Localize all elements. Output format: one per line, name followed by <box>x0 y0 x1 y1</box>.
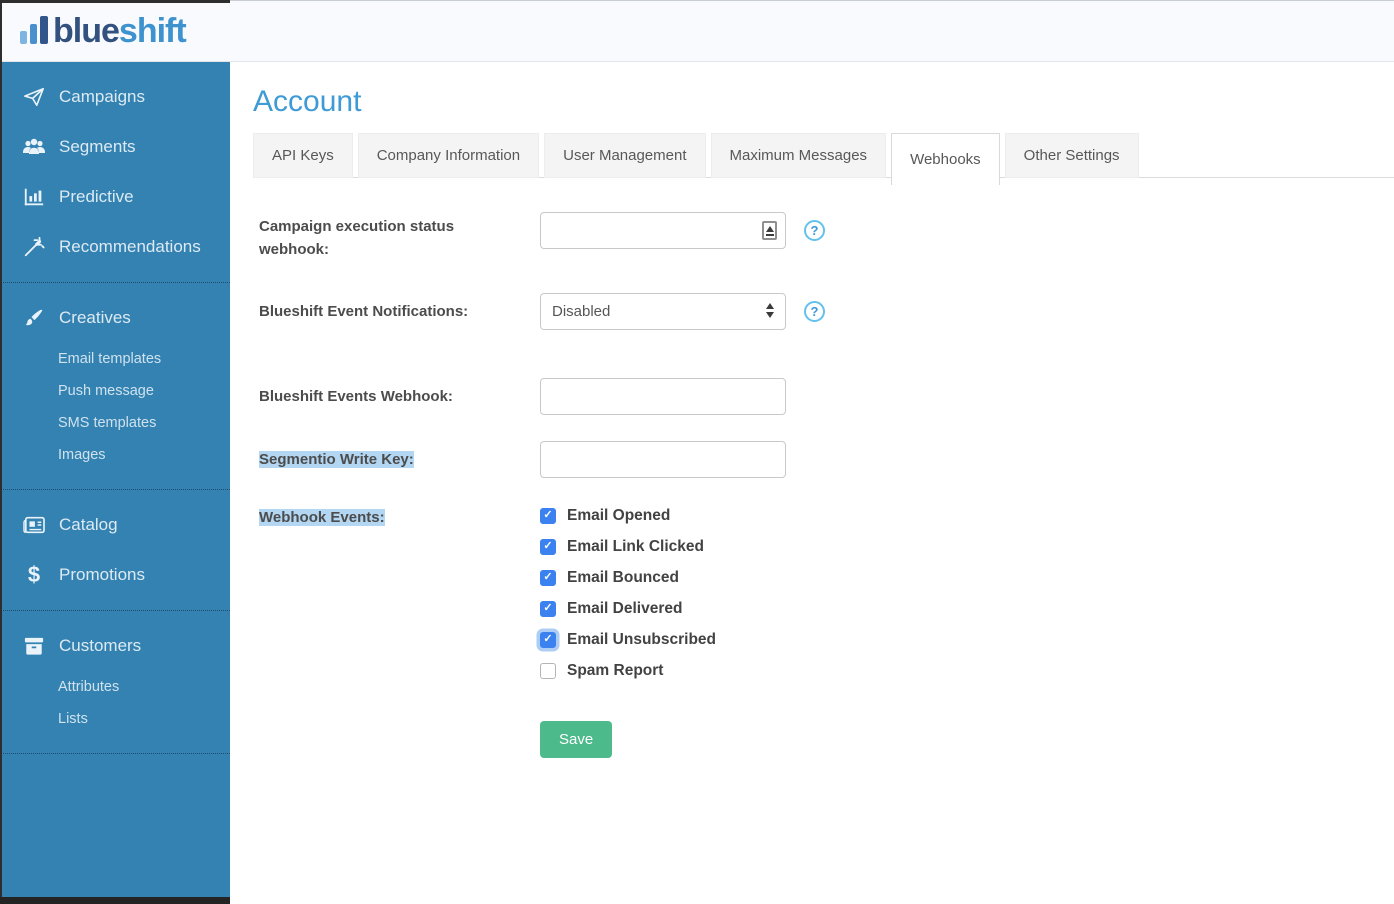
sidebar-item-label: Catalog <box>59 515 118 535</box>
sidebar-nav: Campaigns Segments Predictive Recommenda… <box>0 62 230 897</box>
segmentio-key-input[interactable] <box>540 441 786 478</box>
window-bottom-edge <box>0 897 230 904</box>
checkbox-row-email-delivered[interactable]: Email Delivered <box>540 600 716 617</box>
sidebar-item-recommendations[interactable]: Recommendations <box>0 222 230 272</box>
newspaper-icon <box>22 513 46 537</box>
help-icon[interactable]: ? <box>804 301 825 322</box>
sidebar-item-label: Creatives <box>59 308 131 328</box>
email-opened-checkbox[interactable] <box>540 508 556 524</box>
archive-box-icon <box>22 634 46 658</box>
app-window: blueshift Campaigns Segments Predi <box>0 0 1394 904</box>
tab-api-keys[interactable]: API Keys <box>253 133 353 178</box>
sidebar-subitem-sms-templates[interactable]: SMS templates <box>0 407 230 439</box>
sidebar-subitem-images[interactable]: Images <box>0 439 230 471</box>
sidebar-item-label: Recommendations <box>59 237 201 257</box>
campaign-webhook-label: Campaign execution status webhook: <box>253 212 540 261</box>
sidebar-item-predictive[interactable]: Predictive <box>0 172 230 222</box>
sidebar-item-segments[interactable]: Segments <box>0 122 230 172</box>
window-left-edge <box>0 0 2 904</box>
webhook-events-label: Webhook Events: <box>253 505 540 529</box>
sidebar-item-customers[interactable]: Customers <box>0 621 230 671</box>
sidebar-item-campaigns[interactable]: Campaigns <box>0 72 230 122</box>
paintbrush-icon <box>22 306 46 330</box>
email-unsubscribed-checkbox[interactable] <box>540 632 556 648</box>
checkbox-row-email-unsubscribed[interactable]: Email Unsubscribed <box>540 631 716 648</box>
sidebar-item-creatives[interactable]: Creatives <box>0 293 230 343</box>
page-title: Account <box>253 84 1394 119</box>
sidebar-divider <box>0 753 230 754</box>
select-arrows-icon <box>766 303 774 318</box>
sidebar-subitem-email-templates[interactable]: Email templates <box>0 343 230 375</box>
window-top-border <box>230 0 1394 1</box>
sidebar-subitem-attributes[interactable]: Attributes <box>0 671 230 703</box>
tab-webhooks[interactable]: Webhooks <box>891 133 1000 185</box>
help-icon[interactable]: ? <box>804 220 825 241</box>
blueshift-logo-text: blueshift <box>53 11 186 51</box>
email-delivered-checkbox[interactable] <box>540 601 556 617</box>
campaign-webhook-input[interactable] <box>540 212 786 249</box>
blueshift-logo[interactable]: blueshift <box>20 11 186 51</box>
sidebar-item-label: Campaigns <box>59 87 145 107</box>
main-content: Account API Keys Company Information Use… <box>230 62 1394 904</box>
sidebar-subitem-lists[interactable]: Lists <box>0 703 230 735</box>
email-link-clicked-checkbox[interactable] <box>540 539 556 555</box>
save-button[interactable]: Save <box>540 721 612 758</box>
sidebar-subitem-push-message[interactable]: Push message <box>0 375 230 407</box>
checkbox-row-email-link-clicked[interactable]: Email Link Clicked <box>540 538 716 555</box>
spam-report-checkbox[interactable] <box>540 663 556 679</box>
magic-wand-icon <box>22 235 46 259</box>
blueshift-bars-icon <box>20 16 48 44</box>
email-bounced-checkbox[interactable] <box>540 570 556 586</box>
window-top-edge <box>0 0 230 3</box>
paper-plane-icon <box>22 85 46 109</box>
checkbox-row-email-bounced[interactable]: Email Bounced <box>540 569 716 586</box>
checkbox-row-email-opened[interactable]: Email Opened <box>540 507 716 524</box>
tab-other-settings[interactable]: Other Settings <box>1005 133 1139 178</box>
bar-chart-icon <box>22 185 46 209</box>
sidebar-item-label: Predictive <box>59 187 134 207</box>
tab-company-information[interactable]: Company Information <box>358 133 539 178</box>
autofill-icon[interactable] <box>762 221 777 240</box>
webhooks-form: Campaign execution status webhook: ? Blu… <box>253 212 1394 758</box>
tab-maximum-messages[interactable]: Maximum Messages <box>711 133 887 178</box>
sidebar-item-promotions[interactable]: $ Promotions <box>0 550 230 600</box>
account-tabs: API Keys Company Information User Manage… <box>253 133 1394 185</box>
sidebar-item-label: Segments <box>59 137 136 157</box>
sidebar-item-catalog[interactable]: Catalog <box>0 500 230 550</box>
users-icon <box>22 135 46 159</box>
event-notifications-label: Blueshift Event Notifications: <box>253 300 540 323</box>
sidebar-item-label: Promotions <box>59 565 145 585</box>
top-header: blueshift <box>0 0 1394 62</box>
tab-user-management[interactable]: User Management <box>544 133 705 178</box>
dollar-icon: $ <box>22 563 46 587</box>
events-webhook-input[interactable] <box>540 378 786 415</box>
event-notifications-select[interactable]: Disabled <box>540 293 786 330</box>
events-webhook-label: Blueshift Events Webhook: <box>253 385 540 408</box>
sidebar-item-label: Customers <box>59 636 141 656</box>
segmentio-key-label: Segmentio Write Key: <box>253 448 540 471</box>
checkbox-row-spam-report[interactable]: Spam Report <box>540 662 716 679</box>
